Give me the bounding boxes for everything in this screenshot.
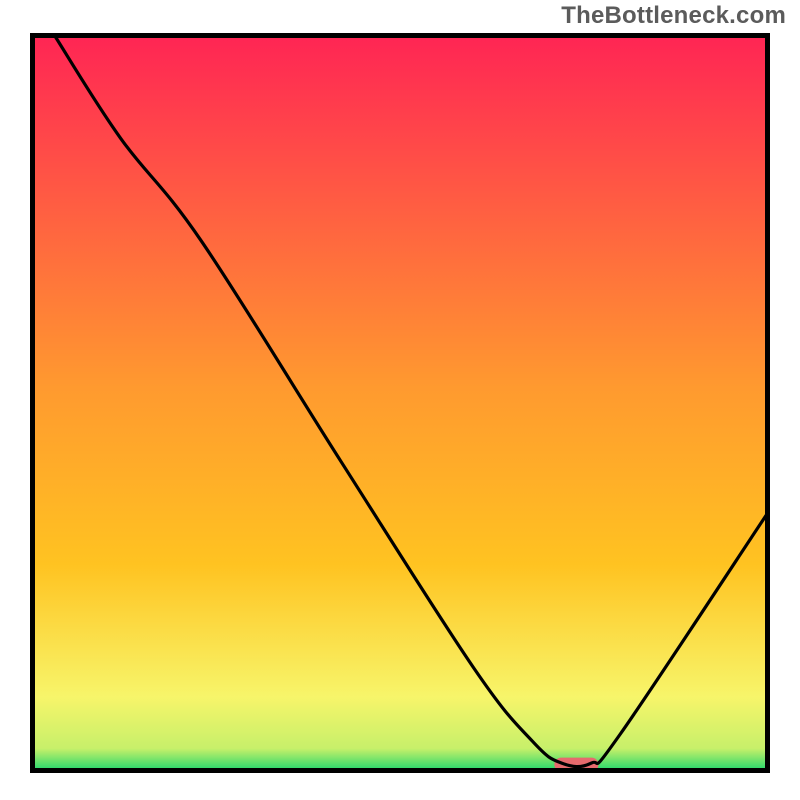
chart-svg bbox=[30, 33, 770, 773]
watermark-text: TheBottleneck.com bbox=[561, 2, 786, 30]
chart-frame: TheBottleneck.com bbox=[0, 0, 800, 800]
chart-background bbox=[33, 36, 768, 771]
chart-canvas bbox=[30, 33, 770, 773]
